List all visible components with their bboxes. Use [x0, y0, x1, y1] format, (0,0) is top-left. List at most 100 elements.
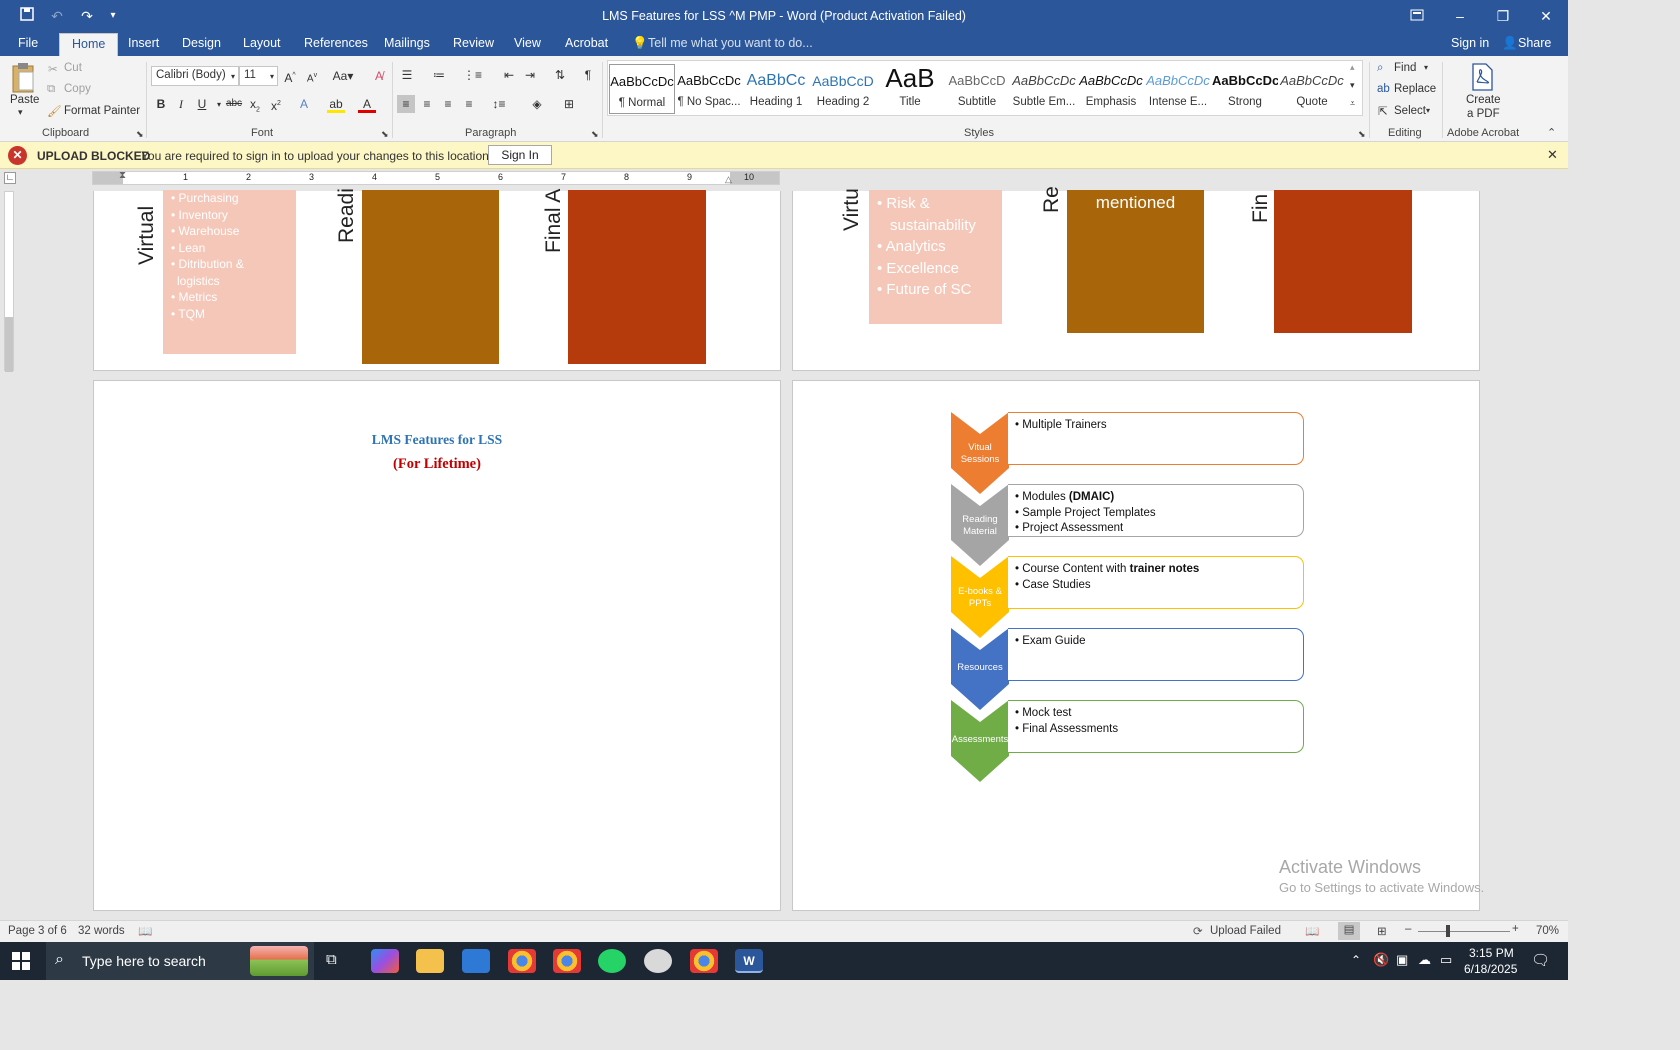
clipboard-launcher-icon[interactable]: ⬊	[136, 129, 144, 140]
style-heading-2[interactable]: AaBbCcD Heading 2	[810, 64, 876, 114]
sign-in-link[interactable]: Sign in	[1451, 36, 1489, 50]
bullets-icon[interactable]: ☰	[398, 66, 416, 84]
collapse-ribbon-icon[interactable]: ⌃	[1547, 126, 1556, 139]
select-button[interactable]: Select	[1394, 105, 1426, 117]
style-emphasis[interactable]: AaBbCcDc Emphasis	[1078, 64, 1144, 114]
page-count[interactable]: Page 3 of 6	[8, 925, 67, 937]
strikethrough-icon[interactable]: abc	[225, 95, 243, 113]
clear-formatting-icon[interactable]: A̸	[370, 67, 388, 85]
style-heading-1[interactable]: AaBbCc Heading 1	[743, 64, 809, 114]
style-normal[interactable]: AaBbCcDc ¶ Normal	[609, 64, 675, 114]
create-pdf-icon[interactable]	[1468, 62, 1496, 92]
chrome-profile-icon[interactable]	[553, 949, 581, 973]
tab-layout[interactable]: Layout	[243, 36, 281, 50]
italic-icon[interactable]: I	[172, 95, 190, 113]
clock-date[interactable]: 6/18/2025	[1464, 962, 1517, 976]
align-center-icon[interactable]: ≡	[418, 95, 436, 113]
tab-insert[interactable]: Insert	[128, 36, 159, 50]
create-pdf-button-line2[interactable]: a PDF	[1467, 108, 1500, 120]
style-subtle-emphasis[interactable]: AaBbCcDc Subtle Em...	[1011, 64, 1077, 114]
highlight-icon[interactable]: ab	[327, 95, 345, 113]
notifications-icon[interactable]: 🗨	[1531, 951, 1550, 969]
zoom-in-icon[interactable]: +	[1512, 923, 1519, 935]
styles-scroll-down-icon[interactable]: ▾	[1350, 80, 1355, 91]
tab-selector-icon[interactable]: ∟	[4, 172, 16, 184]
tab-home[interactable]: Home	[59, 33, 119, 56]
read-mode-icon[interactable]: 📖	[1305, 924, 1319, 938]
borders-icon[interactable]: ⊞	[560, 95, 578, 113]
style-title[interactable]: AaB Title	[877, 64, 943, 114]
styles-more-icon[interactable]: ⩡	[1350, 98, 1355, 109]
indent-marker-icon[interactable]: ⧗	[119, 170, 126, 181]
tab-design[interactable]: Design	[182, 36, 221, 50]
zoom-slider[interactable]	[1418, 931, 1510, 932]
paste-icon[interactable]	[10, 62, 36, 94]
justify-icon[interactable]: ≡	[460, 95, 478, 113]
sort-icon[interactable]: ⇅	[551, 66, 569, 84]
underline-icon[interactable]: U	[193, 95, 211, 113]
zoom-slider-thumb[interactable]	[1446, 925, 1450, 937]
print-layout-icon[interactable]: ▤	[1338, 922, 1360, 940]
copy-button[interactable]: Copy	[64, 83, 91, 95]
clock-app-icon[interactable]	[644, 949, 672, 973]
decrease-indent-icon[interactable]: ⇤	[500, 66, 518, 84]
bold-icon[interactable]: B	[152, 95, 170, 113]
paste-button[interactable]: Paste	[10, 94, 39, 106]
search-box[interactable]: ⌕ Type here to search	[46, 942, 314, 980]
style-strong[interactable]: AaBbCcDc Strong	[1212, 64, 1278, 114]
styles-scroll-up-icon[interactable]: ▴	[1350, 62, 1355, 73]
task-view-icon[interactable]: ⧉	[326, 951, 337, 968]
format-painter-button[interactable]: Format Painter	[64, 105, 140, 117]
proofing-icon[interactable]: 📖	[138, 924, 152, 938]
network-icon[interactable]: ▭	[1440, 952, 1452, 968]
style-intense-emphasis[interactable]: AaBbCcDc Intense E...	[1145, 64, 1211, 114]
paste-dropdown-icon[interactable]: ▾	[18, 107, 23, 118]
minimize-icon[interactable]: –	[1449, 6, 1471, 26]
web-layout-icon[interactable]: ⊞	[1377, 924, 1387, 938]
select-dropdown-icon[interactable]: ▾	[1426, 106, 1430, 115]
tab-mailings[interactable]: Mailings	[384, 36, 430, 50]
grow-font-icon[interactable]: A^	[281, 67, 299, 85]
show-formatting-icon[interactable]: ¶	[579, 66, 597, 84]
horizontal-ruler[interactable]: 1 2 3 4 5 6 7 8 9 10 ⧗ △	[92, 170, 780, 185]
close-message-icon[interactable]: ✕	[1547, 147, 1558, 163]
volume-icon[interactable]: 🔇	[1373, 952, 1389, 968]
font-launcher-icon[interactable]: ⬊	[381, 129, 389, 140]
app-icon[interactable]	[462, 949, 490, 973]
zoom-level[interactable]: 70%	[1536, 925, 1559, 937]
increase-indent-icon[interactable]: ⇥	[521, 66, 539, 84]
close-icon[interactable]: ✕	[1535, 6, 1557, 26]
right-indent-icon[interactable]: △	[725, 174, 732, 185]
find-button[interactable]: Find	[1394, 62, 1416, 74]
copilot-icon[interactable]	[371, 949, 399, 973]
style-subtitle[interactable]: AaBbCcD Subtitle	[944, 64, 1010, 114]
align-left-icon[interactable]: ≡	[397, 95, 415, 113]
upload-status[interactable]: Upload Failed	[1210, 925, 1281, 937]
shrink-font-icon[interactable]: Av	[303, 67, 321, 85]
superscript-icon[interactable]: x2	[267, 95, 285, 113]
create-pdf-button[interactable]: Create	[1466, 94, 1501, 106]
font-color-icon[interactable]: A	[358, 95, 376, 113]
style-quote[interactable]: AaBbCcDc Quote	[1279, 64, 1345, 114]
replace-button[interactable]: Replace	[1394, 83, 1436, 95]
subscript-icon[interactable]: x2	[246, 95, 264, 113]
styles-launcher-icon[interactable]: ⬊	[1358, 129, 1366, 140]
paragraph-launcher-icon[interactable]: ⬊	[591, 129, 599, 140]
multilevel-list-icon[interactable]: ⋮≡	[463, 66, 482, 84]
chrome-profile-2-icon[interactable]	[690, 949, 718, 973]
line-spacing-icon[interactable]: ↕≡	[490, 95, 508, 113]
tab-acrobat[interactable]: Acrobat	[565, 36, 608, 50]
font-size-combo[interactable]: 11 ▾	[239, 66, 278, 86]
chrome-icon[interactable]	[508, 949, 536, 973]
whatsapp-icon[interactable]	[598, 949, 626, 973]
weather-icon[interactable]: ☁	[1418, 952, 1431, 968]
font-name-combo[interactable]: Calibri (Body) ▾	[151, 66, 239, 86]
align-right-icon[interactable]: ≡	[439, 95, 457, 113]
windows-start-icon[interactable]	[12, 952, 30, 970]
sign-in-button[interactable]: Sign In	[488, 145, 552, 165]
tab-references[interactable]: References	[304, 36, 368, 50]
tray-overflow-icon[interactable]: ⌃	[1351, 953, 1361, 967]
file-explorer-icon[interactable]	[416, 949, 444, 973]
cut-button[interactable]: Cut	[64, 62, 82, 74]
shading-icon[interactable]: ◈	[528, 95, 546, 113]
